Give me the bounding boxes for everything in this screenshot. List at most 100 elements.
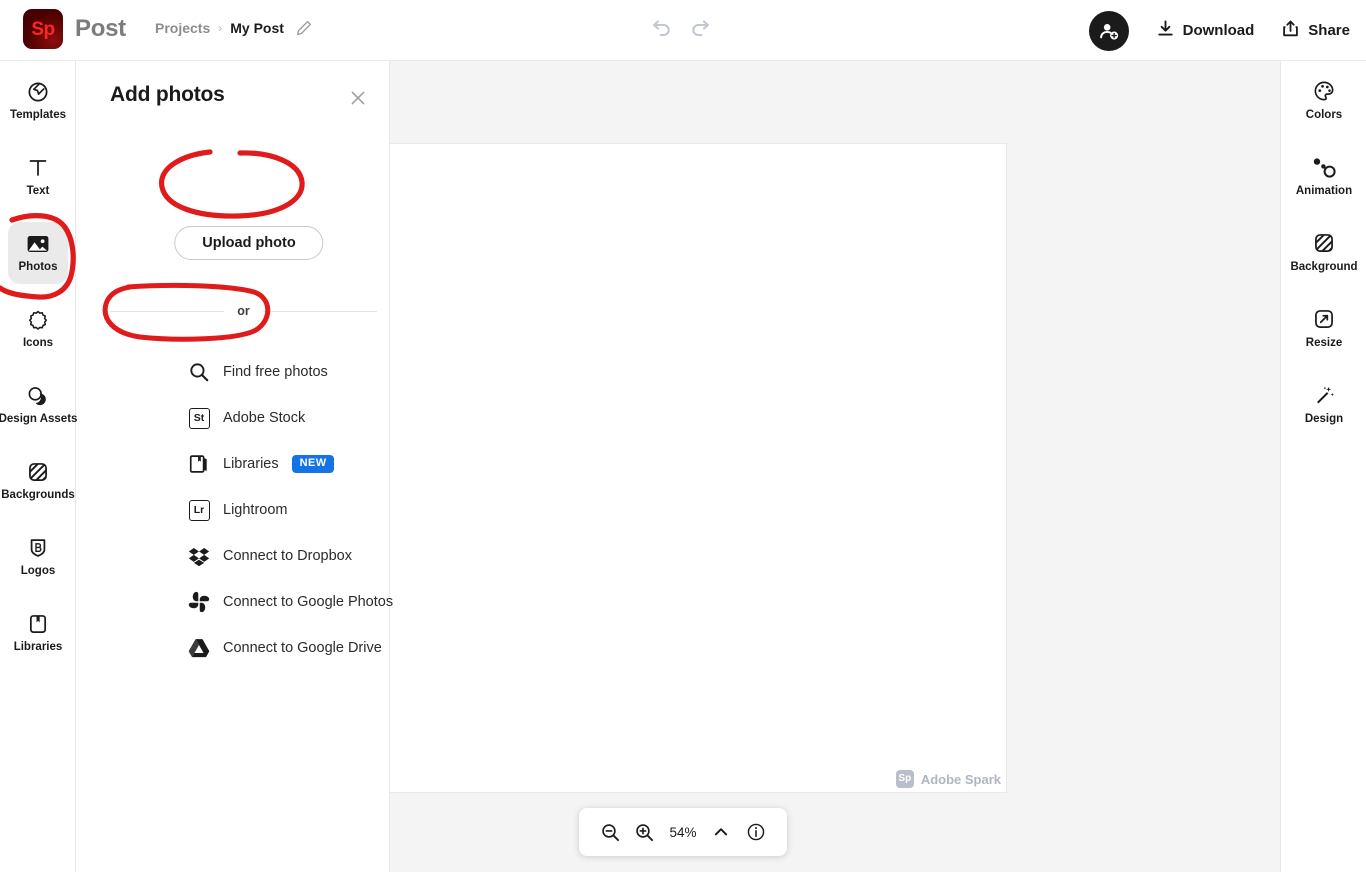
zoom-level-value[interactable]: 54% (666, 825, 700, 840)
sidebar-label: Photos (18, 261, 58, 274)
sidebar-label: Design (1304, 413, 1344, 425)
lightroom-icon: Lr (187, 498, 211, 522)
sidebar-label: Libraries (13, 641, 63, 654)
lightroom-glyph: Lr (188, 499, 210, 521)
list-item-connect-google-photos[interactable]: Connect to Google Photos (77, 579, 394, 625)
redo-arrow-icon[interactable] (689, 17, 711, 42)
sidebar-label: Logos (20, 565, 56, 578)
sidebar-label: Templates (9, 109, 67, 122)
gear-badge-icon (27, 308, 49, 332)
or-divider: or (110, 304, 377, 318)
sidebar-item-icons[interactable]: Icons (8, 298, 68, 360)
sidebar-label: Animation (1295, 185, 1353, 197)
list-item-connect-google-drive[interactable]: Connect to Google Drive (77, 625, 390, 671)
list-item-libraries[interactable]: Libraries NEW (77, 441, 390, 487)
sidebar-label: Backgrounds (1, 489, 75, 502)
bookmark-book-icon (27, 612, 49, 636)
sidebar-item-animation[interactable]: Animation (1281, 155, 1366, 198)
photo-source-list: Find free photos St Adobe Stock Librarie… (77, 349, 394, 671)
info-circle-icon[interactable] (743, 819, 769, 845)
sidebar-label: Design Assets (0, 413, 78, 426)
watermark-label: Adobe Spark (920, 771, 1001, 787)
color-palette-icon (1313, 79, 1335, 103)
breadcrumb-current-project: My Post (230, 20, 284, 36)
adobe-stock-glyph: St (188, 407, 210, 429)
sidebar-label: Icons (22, 337, 54, 350)
top-toolbar: Sp Post Projects › My Post Download Shar… (0, 0, 1366, 61)
list-item-connect-dropbox[interactable]: Connect to Dropbox (77, 533, 390, 579)
sidebar-item-backgrounds[interactable]: Backgrounds (1, 450, 75, 512)
brand-name: Post (75, 15, 126, 42)
adobe-spark-watermark: Sp Adobe Spark (895, 770, 1001, 788)
list-item-label: Connect to Google Photos (223, 594, 394, 610)
share-icon (1282, 20, 1299, 41)
sidebar-label: Resize (1305, 337, 1343, 349)
list-item-lightroom[interactable]: Lr Lightroom (77, 487, 390, 533)
sidebar-item-photos[interactable]: Photos (8, 222, 68, 284)
sidebar-item-templates[interactable]: Templates (8, 70, 68, 132)
libraries-book-icon (187, 452, 211, 476)
sidebar-item-background[interactable]: Background (1281, 231, 1366, 274)
brand-home-link[interactable]: Sp Post (23, 9, 126, 49)
topbar-actions: Download Share (1088, 0, 1350, 61)
download-icon (1157, 20, 1174, 41)
canvas-workspace[interactable]: Sp Adobe Spark (390, 61, 1280, 872)
zoom-out-icon[interactable] (597, 819, 623, 845)
breadcrumb-projects-link[interactable]: Projects (155, 20, 210, 36)
breadcrumb: Projects › My Post (155, 19, 313, 37)
add-person-icon[interactable] (1088, 10, 1129, 51)
list-item-label: Adobe Stock (223, 410, 306, 426)
divider-line-left (110, 310, 225, 312)
sidebar-item-text[interactable]: Text (8, 146, 68, 208)
search-icon (187, 360, 211, 384)
design-canvas[interactable]: Sp Adobe Spark (390, 144, 1006, 792)
close-icon[interactable] (347, 87, 369, 109)
list-item-find-free-photos[interactable]: Find free photos (77, 349, 390, 395)
hatched-square-icon (1313, 231, 1335, 255)
adobe-spark-logo-icon[interactable]: Sp (23, 9, 63, 49)
watermark-logo-icon: Sp (895, 770, 914, 788)
left-tool-rail: Templates Text Photos Icons Design Asset… (0, 61, 77, 872)
hatched-square-icon (27, 460, 49, 484)
divider-line-right (262, 310, 377, 312)
sidebar-item-design-assets[interactable]: Design Assets (0, 374, 77, 436)
google-drive-icon (187, 636, 211, 660)
design-assets-icon (27, 384, 49, 408)
dropbox-icon (187, 544, 211, 568)
sidebar-item-logos[interactable]: Logos (8, 526, 68, 588)
sidebar-label: Text (26, 185, 50, 198)
status-badge: NEW (291, 455, 335, 473)
share-label: Share (1308, 22, 1350, 39)
upload-photo-button[interactable]: Upload photo (174, 226, 324, 260)
right-tool-rail: Colors Animation Background Resize Desig… (1280, 61, 1366, 872)
magic-wand-icon (1313, 383, 1335, 407)
sidebar-label: Colors (1305, 109, 1343, 121)
download-button[interactable]: Download (1157, 20, 1255, 41)
animation-icon (1312, 155, 1336, 179)
templates-icon (27, 80, 49, 104)
sidebar-item-resize[interactable]: Resize (1281, 307, 1366, 350)
zoom-in-icon[interactable] (632, 819, 658, 845)
page-title: Add photos (110, 83, 225, 106)
adobe-stock-icon: St (187, 406, 211, 430)
sidebar-item-colors[interactable]: Colors (1281, 79, 1366, 122)
download-label: Download (1182, 22, 1255, 39)
chevron-up-icon[interactable] (708, 819, 734, 845)
list-item-label: Connect to Dropbox (223, 548, 352, 564)
list-item-label: Connect to Google Drive (223, 640, 382, 656)
share-button[interactable]: Share (1282, 20, 1350, 41)
breadcrumb-separator: › (218, 21, 223, 35)
list-item-label: Lightroom (223, 502, 288, 518)
spark-editor-window: Sp Post Projects › My Post Download Shar… (0, 0, 1366, 872)
sidebar-item-design[interactable]: Design (1281, 383, 1366, 426)
undo-arrow-icon[interactable] (651, 17, 673, 42)
resize-arrow-icon (1313, 307, 1335, 331)
sidebar-label: Background (1290, 261, 1358, 273)
sidebar-item-libraries[interactable]: Libraries (8, 602, 68, 664)
list-item-label: Libraries (223, 456, 279, 472)
logo-text: Sp (31, 18, 55, 40)
pencil-icon[interactable] (295, 19, 313, 37)
divider-label: or (237, 304, 250, 318)
photo-mountain-icon (26, 232, 50, 256)
list-item-adobe-stock[interactable]: St Adobe Stock (77, 395, 390, 441)
